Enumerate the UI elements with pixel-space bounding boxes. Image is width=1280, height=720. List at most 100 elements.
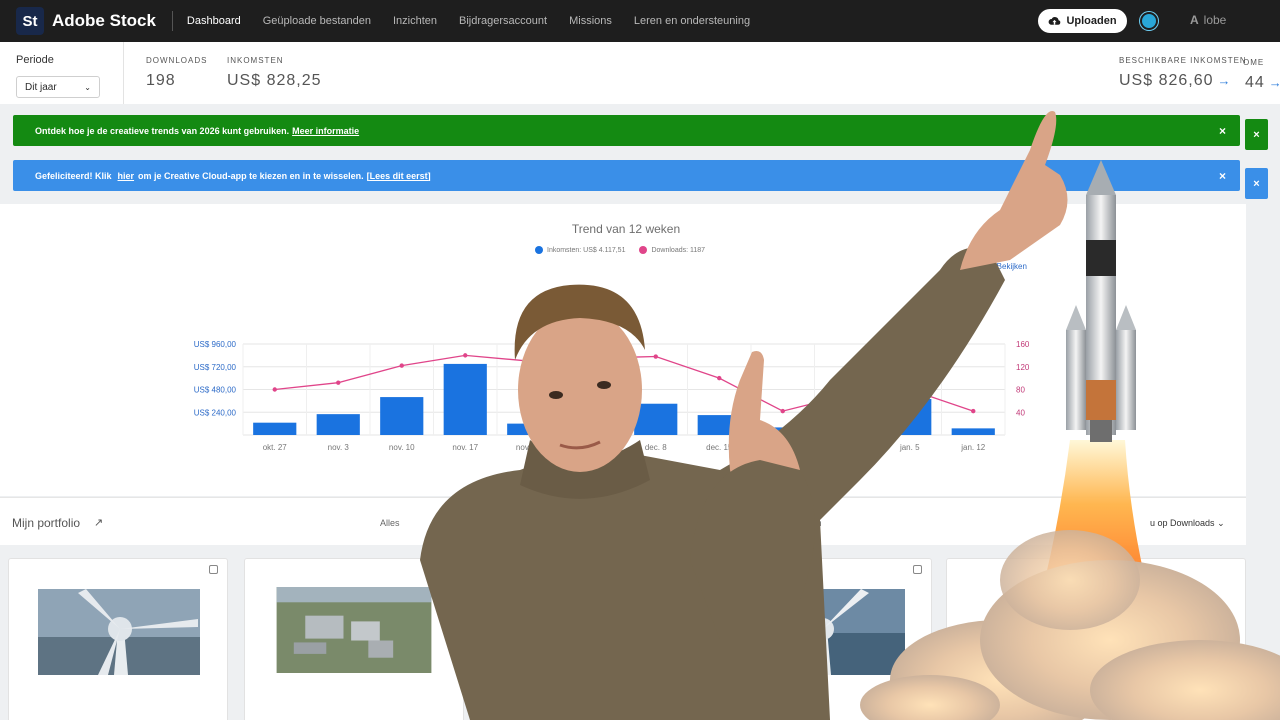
chevron-down-icon: ⌄ [84, 82, 91, 92]
nav-learn-support[interactable]: Leren en ondersteuning [634, 15, 750, 27]
y-left-tick-label: US$ 720,00 [194, 363, 237, 372]
y-left-tick-label: US$ 240,00 [194, 408, 237, 417]
portfolio-bar: Mijn portfolio ↗ Alles Ill amelingen u o… [0, 497, 1246, 545]
adobe-label: lobe [1203, 13, 1227, 27]
cloud-upload-icon [1049, 16, 1061, 25]
nav-divider [171, 11, 173, 31]
x-tick-label: dec. 22 [770, 443, 797, 452]
y-left-tick-label: US$ 960,00 [194, 340, 237, 349]
close-icon[interactable]: × [1245, 119, 1268, 150]
income-caption: INKOMSTEN [227, 56, 284, 65]
cut-value[interactable]: 44 → [1245, 74, 1280, 92]
x-tick-label: okt. 27 [263, 443, 288, 452]
brand-name[interactable]: Adobe Stock [52, 11, 156, 31]
cc-link[interactable]: hier [118, 171, 135, 181]
downloads-value: 198 [146, 72, 176, 89]
cc-read-first-link[interactable]: [Lees dit eerst] [367, 171, 431, 181]
avatar[interactable] [1140, 12, 1158, 30]
income-bar [634, 403, 678, 435]
top-nav: St Adobe Stock Dashboard Geüploade besta… [0, 0, 1280, 42]
downloads-point [590, 356, 595, 361]
x-tick-label: dec. 15 [706, 443, 733, 452]
upload-button[interactable]: Uploaden [1038, 9, 1127, 33]
select-checkbox[interactable] [209, 565, 218, 574]
cc-text-1: Gefeliciteerd! Klik [35, 170, 112, 181]
period-label: Periode [16, 54, 54, 66]
x-tick-label: nov. 10 [389, 443, 415, 452]
x-tick-label: dec. 8 [645, 443, 667, 452]
adobe-icon: A [1190, 13, 1199, 27]
sort-label: u op Downloads [1150, 518, 1215, 528]
close-icon[interactable]: × [1219, 124, 1226, 138]
x-tick-label: dec. 29 [833, 443, 860, 452]
income-bar [443, 363, 487, 435]
nav-contributor-account[interactable]: Bijdragersaccount [459, 15, 547, 27]
asset-card[interactable] [716, 558, 932, 720]
datacenter-thumbnail [276, 587, 432, 673]
downloads-point [907, 387, 912, 392]
y-left-tick-label: US$ 480,00 [194, 386, 237, 395]
nav-uploaded-files[interactable]: Geüploade bestanden [263, 15, 371, 27]
income-bar [507, 423, 551, 435]
downloads-point [717, 375, 722, 381]
stats-row: Periode Dit jaar ⌄ DOWNLOADS 198 INKOMST… [0, 42, 1280, 104]
downloads-caption: DOWNLOADS [146, 56, 208, 65]
adobe-link[interactable]: A lobe [1190, 13, 1226, 27]
trend-chart-card: Trend van 12 weken Inkomsten: US$ 4.117,… [0, 204, 1246, 496]
x-tick-label: jan. 5 [899, 443, 920, 452]
external-link-icon[interactable]: ↗ [94, 516, 103, 529]
x-tick-label: nov. 3 [328, 443, 350, 452]
arrow-right-icon: → [1268, 75, 1280, 90]
trends-banner: Ontdek hoe je de creatieve trends van 20… [13, 115, 1240, 146]
portfolio-title: Mijn portfolio [12, 516, 81, 530]
nav-missions[interactable]: Missions [569, 15, 612, 27]
filter-illustrations[interactable]: Ill [440, 518, 447, 528]
cut-caption: OME [1243, 58, 1265, 67]
stock-logo[interactable]: St [16, 7, 44, 35]
nav-insights[interactable]: Inzichten [393, 15, 437, 27]
x-tick-label: jan. 12 [960, 443, 986, 452]
sort-select[interactable]: u op Downloads ⌄ [1150, 518, 1225, 529]
available-caption: BESCHIKBARE INKOMSTEN [1119, 56, 1247, 65]
nav-dashboard[interactable]: Dashboard [187, 15, 241, 27]
filter-collections[interactable]: amelingen [780, 518, 822, 528]
downloads-point [526, 358, 531, 364]
close-icon[interactable]: × [1219, 169, 1226, 183]
period-value: Dit jaar [25, 81, 57, 93]
cut-amount: 44 [1245, 74, 1265, 91]
downloads-point [272, 387, 277, 392]
period-select[interactable]: Dit jaar ⌄ [16, 76, 100, 98]
trend-chart: US$ 240,00 US$ 480,00 US$ 720,00 US$ 960,00… [194, 340, 1030, 452]
income-bar [253, 422, 297, 435]
income-bar [697, 415, 741, 435]
cc-banner: Gefeliciteerd! Klik hier om je Creative … [13, 160, 1240, 191]
downloads-point [653, 354, 658, 359]
income-bar [316, 414, 360, 435]
income-bar [380, 397, 424, 435]
y-right-tick-label: 80 [1016, 386, 1025, 395]
asset-card[interactable] [946, 558, 1246, 720]
close-icon[interactable]: × [1245, 168, 1268, 199]
wind-turbine-thumbnail [743, 589, 905, 675]
available-value[interactable]: US$ 826,60 → [1119, 72, 1232, 90]
wind-turbine-thumbnail [38, 589, 200, 675]
asset-card[interactable] [8, 558, 228, 720]
filter-all[interactable]: Alles [380, 518, 400, 528]
arrow-right-icon: → [1217, 73, 1232, 88]
trends-link[interactable]: Meer informatie [292, 126, 359, 136]
x-tick-label: nov. 24 [516, 443, 542, 452]
downloads-point [844, 392, 849, 398]
x-tick-label: dec. 1 [581, 443, 603, 452]
asset-card[interactable] [244, 558, 464, 720]
y-right-tick-label: 160 [1016, 340, 1030, 349]
select-checkbox[interactable] [913, 565, 922, 574]
stats-divider [123, 42, 124, 104]
chevron-down-icon: ⌄ [1217, 518, 1225, 528]
downloads-point [399, 363, 404, 368]
income-bar [888, 398, 932, 435]
downloads-point [463, 353, 468, 358]
trends-text: Ontdek hoe je de creatieve trends van 20… [35, 125, 290, 136]
downloads-point [780, 408, 785, 414]
downloads-point [971, 408, 976, 414]
x-tick-label: nov. 17 [452, 443, 478, 452]
